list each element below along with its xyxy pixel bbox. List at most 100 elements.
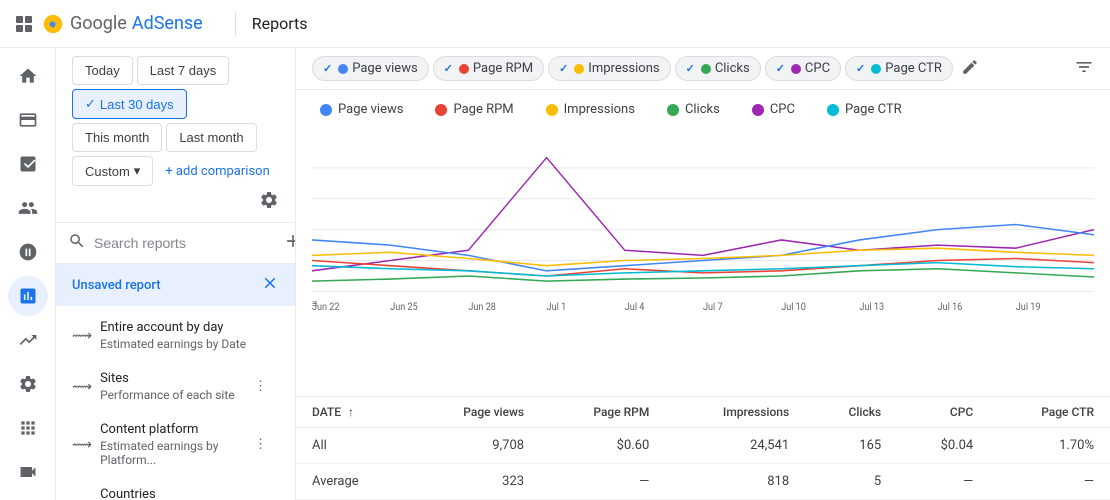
data-table: DATE ↑ Page views Page RPM Impressions C… [296,397,1110,500]
col-cpc[interactable]: CPC [897,397,989,428]
sidebar-item-entire-account[interactable]: ⟿ Entire account by day Estimated earnin… [56,310,287,361]
sidebar-item-subtitle: Estimated earnings by Date [100,337,246,351]
cell-page-ctr-all: 1.70% [989,428,1110,464]
col-page-views[interactable]: Page views [408,397,540,428]
svg-text:Jul 13: Jul 13 [859,301,884,312]
more-icon[interactable]: ⋮ [250,375,271,398]
main-content: ✓ Page views ✓ Page RPM ✓ Impressions ✓ … [296,48,1110,500]
wavy-icon: ⟿ [72,437,92,453]
chip-page-rpm[interactable]: ✓ Page RPM [433,56,544,81]
nav-apps-icon[interactable] [8,408,48,448]
check-icon: ✓ [444,62,453,75]
cell-cpc-avg: — [897,464,989,500]
brand-name: Google AdSense [42,13,203,35]
nav-movie-icon[interactable] [8,452,48,492]
chip-label: Clicks [715,61,750,76]
chip-page-ctr[interactable]: ✓ Page CTR [845,56,953,81]
col-page-rpm[interactable]: Page RPM [540,397,665,428]
adsense-text: AdSense [132,13,203,34]
search-input[interactable] [94,235,275,251]
legend-dot-impressions [546,104,558,116]
today-btn[interactable]: Today [72,56,133,85]
chip-dot-page-rpm [459,64,469,74]
cell-page-rpm-avg: — [540,464,665,500]
cell-date-avg: Average [296,464,408,500]
sidebar-item-sites[interactable]: ⟿ Sites Performance of each site ⋮ [56,361,287,412]
legend-cpc: CPC [752,102,795,117]
cell-impressions-all: 24,541 [665,428,805,464]
last7-btn[interactable]: Last 7 days [137,56,230,85]
legend-dot-page-rpm [435,104,447,116]
sidebar-item-subtitle: Estimated earnings by Platform... [100,439,250,467]
legend-dot-cpc [752,104,764,116]
nav-block-icon[interactable] [8,232,48,272]
nav-people-icon[interactable] [8,188,48,228]
nav-chart-icon[interactable] [8,144,48,184]
last30-btn[interactable]: ✓ Last 30 days [72,89,187,119]
chip-page-views[interactable]: ✓ Page views [312,56,429,81]
sidebar-item-title: Entire account by day [100,320,246,335]
legend-dot-page-views [320,104,332,116]
sidebar-item-countries[interactable]: ⟿ Countries How ads perform by country ⋮ [56,477,287,500]
nav-trending-icon[interactable] [8,320,48,360]
cell-date-all: All [296,428,408,464]
lastmonth-btn[interactable]: Last month [166,123,256,152]
svg-text:Jun 28: Jun 28 [468,301,496,312]
sidebar-item-title: Countries [100,487,250,500]
settings-gear-icon[interactable] [259,190,279,214]
chip-label: Page RPM [473,61,533,76]
page-title: Reports [252,14,308,33]
chip-dot-clicks [701,64,711,74]
unsaved-report-label: Unsaved report [72,278,161,293]
chip-cpc[interactable]: ✓ CPC [765,56,841,81]
unsaved-report-item[interactable]: Unsaved report [56,264,295,306]
legend-label: Impressions [564,102,635,117]
topbar: Google AdSense Reports [0,0,1110,48]
legend-impressions: Impressions [546,102,635,117]
filter-icon[interactable] [1074,57,1094,81]
close-icon[interactable] [261,274,279,296]
col-impressions[interactable]: Impressions [665,397,805,428]
cell-page-views-all: 9,708 [408,428,540,464]
cell-page-views-avg: 323 [408,464,540,500]
check-icon: ✓ [856,62,865,75]
chip-dot-impressions [574,64,584,74]
edit-pencil-icon[interactable] [961,58,979,80]
legend-label: Page views [338,102,403,117]
nav-payments-icon[interactable] [8,100,48,140]
col-page-ctr[interactable]: Page CTR [989,397,1110,428]
chip-dot-cpc [791,64,801,74]
wavy-icon: ⟿ [72,328,92,344]
nav-settings-icon[interactable] [8,364,48,404]
custom-btn[interactable]: Custom ▾ [72,156,153,186]
sidebar-item-subtitle: Performance of each site [100,388,235,402]
legend-dot-clicks [667,104,679,116]
col-date[interactable]: DATE ↑ [296,397,408,428]
add-report-icon[interactable] [283,231,296,255]
cell-clicks-avg: 5 [805,464,897,500]
legend-label: Clicks [685,102,720,117]
chip-clicks[interactable]: ✓ Clicks [675,56,761,81]
sidebar-panel: Today Last 7 days ✓ Last 30 days This mo… [56,48,296,500]
check-icon: ✓ [559,62,568,75]
metric-chips-bar: ✓ Page views ✓ Page RPM ✓ Impressions ✓ … [296,48,1110,90]
more-icon[interactable]: ⋮ [250,433,271,456]
sidebar-item-content-platform[interactable]: ⟿ Content platform Estimated earnings by… [56,412,287,477]
cell-clicks-all: 165 [805,428,897,464]
line-chart: Jun 22 Jun 25 Jun 28 Jul 1 Jul 4 Jul 7 J… [312,137,1094,312]
search-bar [56,223,295,264]
svg-text:Jul 10: Jul 10 [781,301,806,312]
thismonth-btn[interactable]: This month [72,123,162,152]
table-row: Average 323 — 818 5 — — [296,464,1110,500]
legend-page-rpm: Page RPM [435,102,513,117]
nav-chart-bar-icon[interactable] [8,276,48,316]
sidebar-item-title: Sites [100,371,235,386]
svg-text:Jul 1: Jul 1 [547,301,567,312]
chip-impressions[interactable]: ✓ Impressions [548,56,671,81]
legend-label: CPC [770,102,795,117]
nav-home-icon[interactable] [8,56,48,96]
col-clicks[interactable]: Clicks [805,397,897,428]
svg-text:≡: ≡ [312,298,318,310]
add-comparison-btn[interactable]: + add comparison [165,164,269,179]
chip-label: CPC [805,61,830,76]
